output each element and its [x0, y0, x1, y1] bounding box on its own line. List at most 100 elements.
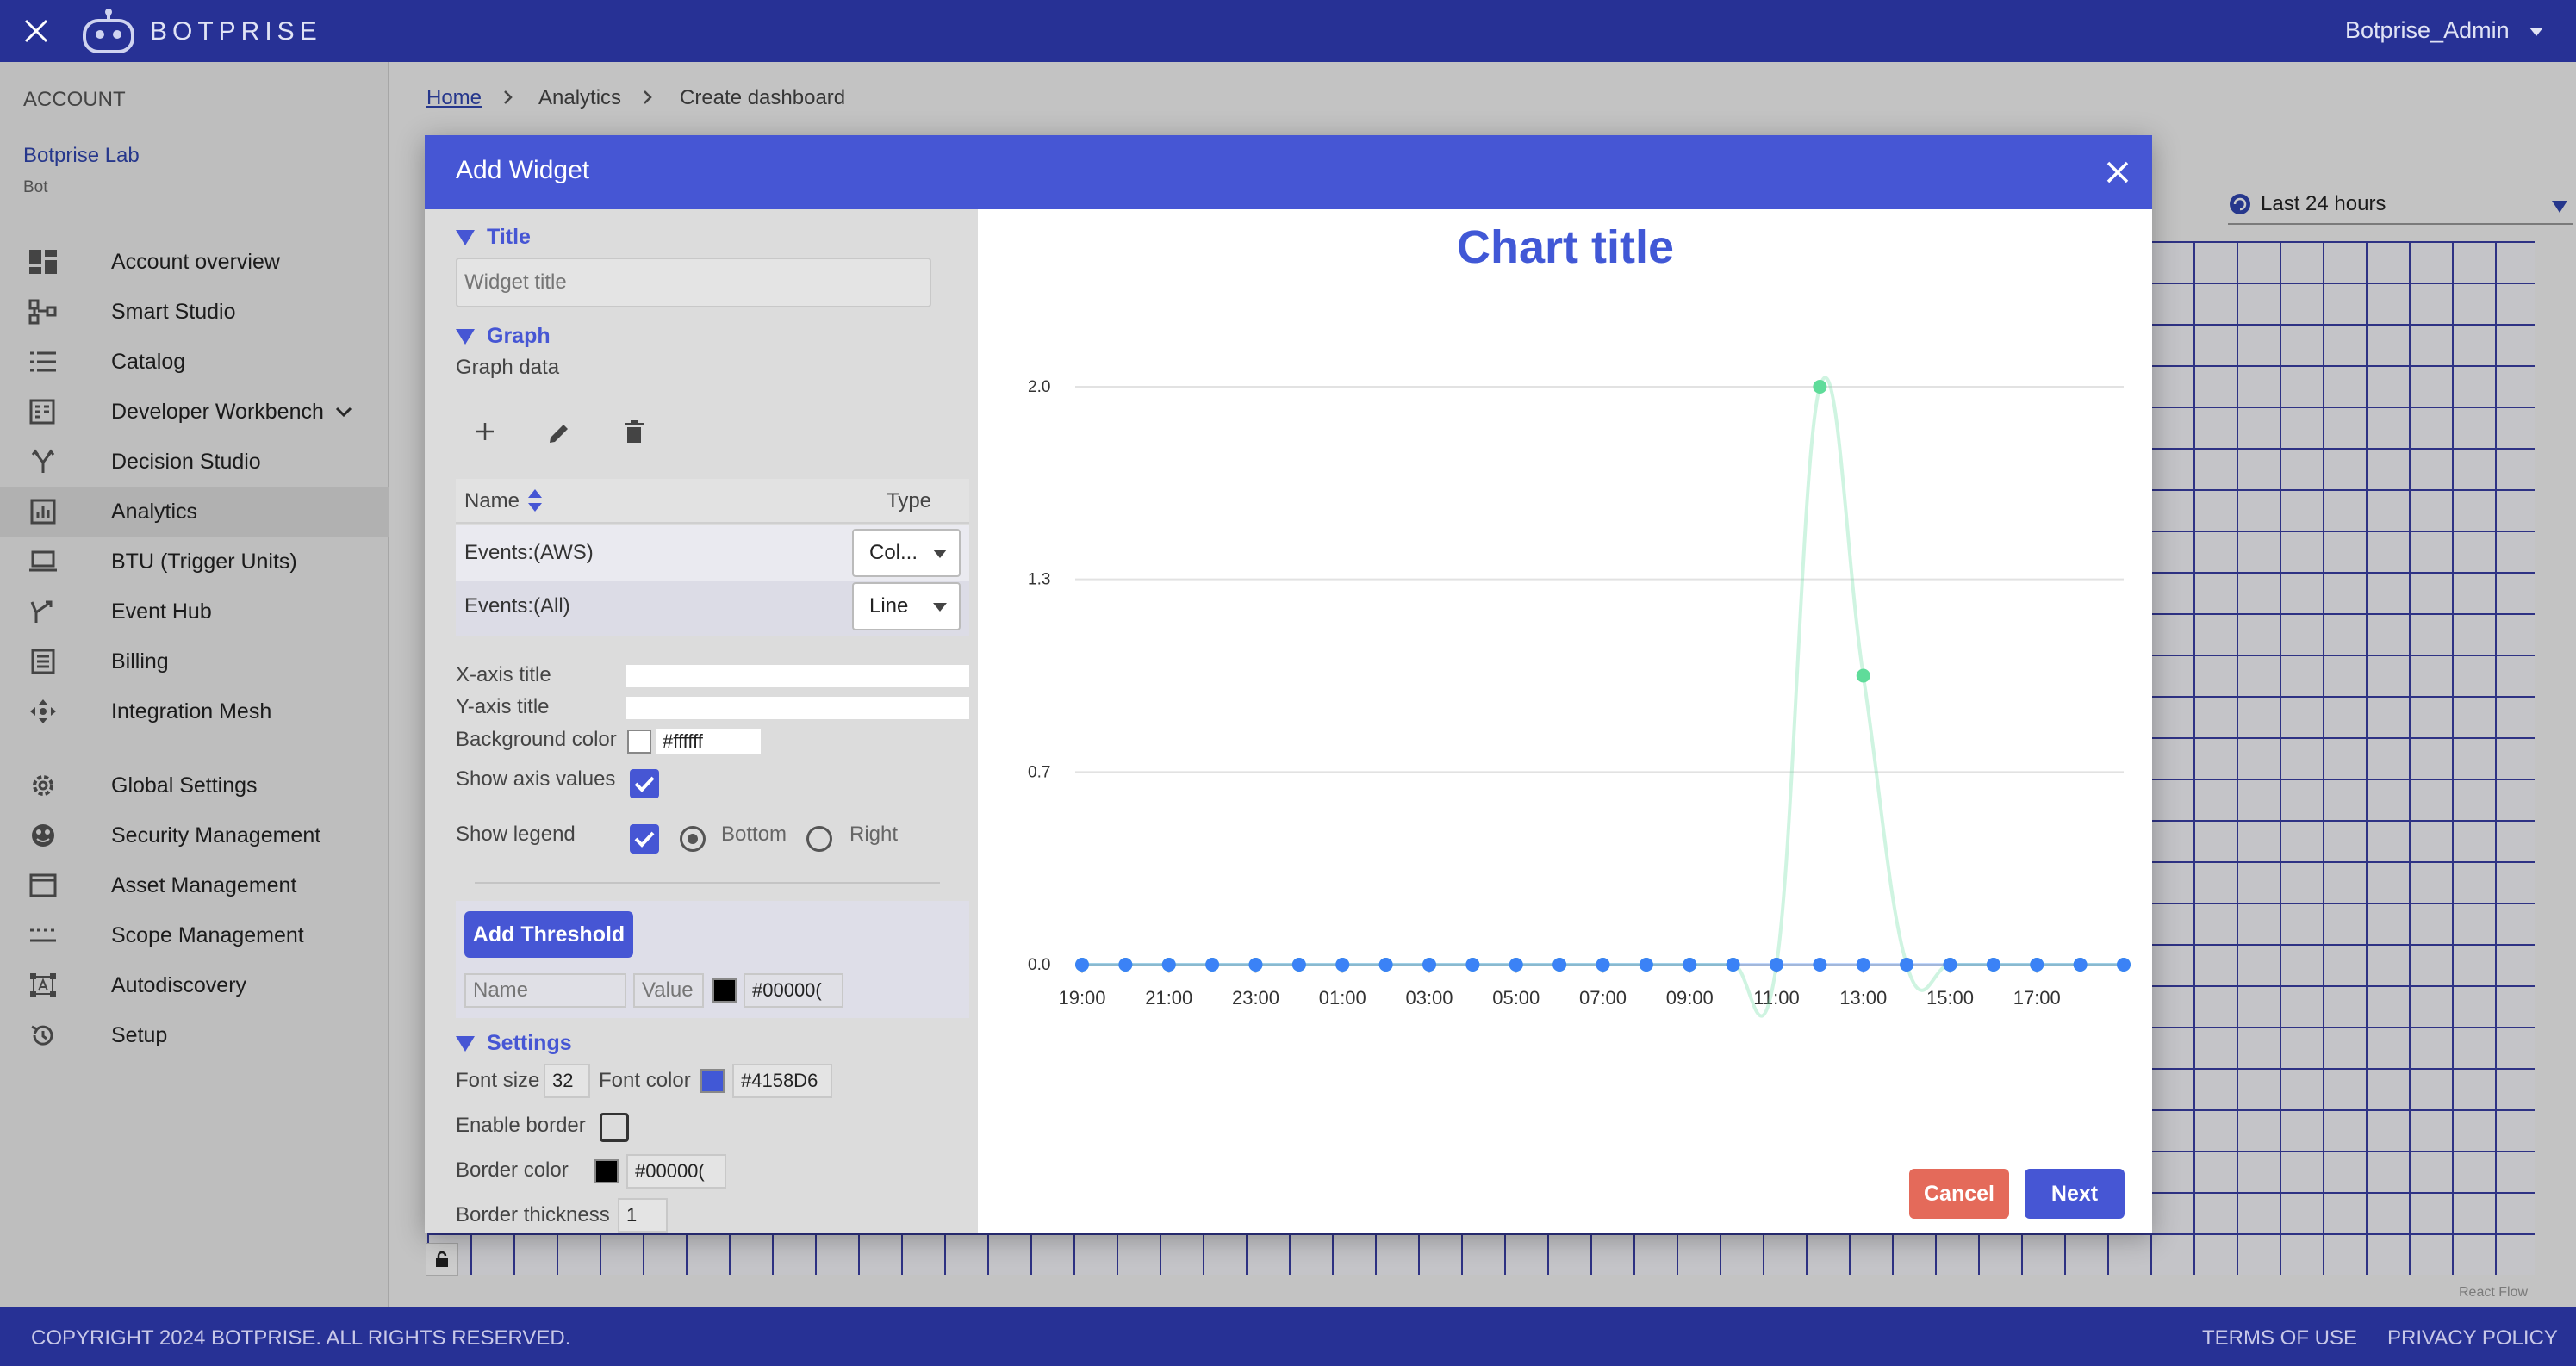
threshold-panel: Add Threshold #00000( — [456, 901, 969, 1018]
font-color-input[interactable]: #4158D6 — [732, 1064, 832, 1098]
data-point[interactable] — [1856, 668, 1870, 683]
add-threshold-button[interactable]: Add Threshold — [464, 911, 633, 958]
close-icon[interactable] — [22, 17, 50, 45]
x-tick-label: 23:00 — [1232, 987, 1279, 1009]
border-thickness-label: Border thickness — [456, 1203, 610, 1226]
data-point[interactable] — [1900, 958, 1914, 972]
modal-title: Add Widget — [456, 156, 590, 184]
delete-icon[interactable] — [623, 420, 645, 449]
data-point[interactable] — [1378, 958, 1393, 972]
font-size-label: Font size — [456, 1069, 540, 1092]
data-point[interactable] — [2073, 958, 2088, 972]
cancel-button[interactable]: Cancel — [1909, 1169, 2009, 1219]
section-label: Settings — [487, 1031, 572, 1055]
x-axis-title-label: X-axis title — [456, 663, 551, 686]
sort-icon[interactable] — [526, 487, 544, 518]
widget-config-panel: Title Graph Graph data Name Type Events:… — [425, 209, 978, 1233]
threshold-value-input[interactable] — [633, 973, 704, 1008]
settings-section-header[interactable]: Settings — [456, 1031, 572, 1056]
data-point[interactable] — [1813, 958, 1827, 972]
y-axis-title-label: Y-axis title — [456, 695, 550, 718]
graph-section-header[interactable]: Graph — [456, 324, 551, 349]
data-point[interactable] — [1248, 958, 1263, 972]
threshold-color-swatch[interactable] — [712, 978, 737, 1003]
x-tick-label: 13:00 — [1839, 987, 1887, 1009]
threshold-color-input[interactable]: #00000( — [744, 973, 843, 1008]
border-thickness-input[interactable]: 1 — [618, 1198, 668, 1233]
y-tick-label: 2.0 — [1028, 378, 1050, 396]
row-name: Events:(All) — [464, 594, 570, 618]
botprise-logo-icon — [81, 7, 136, 55]
top-bar: BOTPRISE Botprise_Admin — [0, 0, 2576, 62]
border-color-swatch[interactable] — [594, 1159, 619, 1183]
background-color-swatch[interactable] — [627, 730, 651, 754]
legend-right-label: Right — [849, 823, 899, 846]
data-point[interactable] — [1161, 958, 1176, 972]
user-menu[interactable]: Botprise_Admin — [2345, 17, 2510, 44]
border-color-input[interactable]: #00000( — [626, 1154, 726, 1189]
data-point[interactable] — [1596, 958, 1610, 972]
data-point[interactable] — [2117, 958, 2131, 972]
data-point[interactable] — [1291, 958, 1306, 972]
legend-bottom-radio[interactable] — [680, 826, 706, 852]
privacy-link[interactable]: PRIVACY POLICY — [2387, 1326, 2558, 1350]
x-tick-label: 19:00 — [1058, 987, 1105, 1009]
copyright: COPYRIGHT 2024 BOTPRISE. ALL RIGHTS RESE… — [31, 1326, 571, 1350]
name-column-header[interactable]: Name — [464, 489, 520, 513]
font-color-swatch[interactable] — [700, 1069, 725, 1093]
data-point[interactable] — [1639, 958, 1653, 972]
data-point[interactable] — [1986, 958, 2000, 972]
data-point[interactable] — [1813, 380, 1827, 394]
data-point[interactable] — [1943, 958, 1957, 972]
chevron-down-icon[interactable] — [2529, 28, 2543, 36]
data-point[interactable] — [1770, 958, 1783, 972]
table-row[interactable]: Events:(All) Line — [456, 581, 969, 636]
y-axis-title-input[interactable] — [626, 697, 969, 719]
title-section-header[interactable]: Title — [456, 225, 531, 250]
data-point[interactable] — [1205, 958, 1220, 972]
x-tick-label: 21:00 — [1145, 987, 1192, 1009]
data-point[interactable] — [1683, 958, 1697, 972]
check-icon — [634, 831, 655, 848]
next-button[interactable]: Next — [2025, 1169, 2125, 1219]
show-legend-checkbox[interactable] — [630, 824, 659, 854]
show-axis-values-checkbox[interactable] — [630, 769, 659, 798]
widget-title-input[interactable] — [456, 258, 931, 307]
chart-type-select[interactable]: Col... — [852, 529, 961, 577]
legend-right-radio[interactable] — [806, 826, 832, 852]
close-icon[interactable] — [2105, 159, 2131, 185]
enable-border-label: Enable border — [456, 1114, 586, 1137]
chart-title: Chart title — [1457, 221, 1674, 273]
terms-link[interactable]: TERMS OF USE — [2202, 1326, 2357, 1350]
threshold-name-input[interactable] — [464, 973, 626, 1008]
row-name: Events:(AWS) — [464, 541, 594, 564]
background-color-input[interactable]: #ffffff — [656, 729, 761, 754]
graph-table-header: Name Type — [456, 479, 969, 524]
data-point[interactable] — [1422, 958, 1436, 972]
section-label: Title — [487, 225, 531, 249]
data-point[interactable] — [1726, 958, 1740, 972]
chart-grid — [1075, 386, 2124, 966]
enable-border-checkbox[interactable] — [600, 1113, 629, 1142]
data-point[interactable] — [1465, 958, 1480, 972]
font-size-input[interactable]: 32 — [544, 1064, 590, 1098]
chart-preview-panel: Chart title 0.0 0.7 1.3 2.0 19:00 21:00 23:00… — [978, 209, 2152, 1233]
edit-icon[interactable] — [547, 421, 571, 450]
data-point[interactable] — [1856, 958, 1870, 972]
show-axis-values-label: Show axis values — [456, 767, 616, 791]
table-row[interactable]: Events:(AWS) Col... — [456, 525, 969, 581]
data-point[interactable] — [2030, 958, 2044, 972]
data-point[interactable] — [1552, 958, 1567, 972]
font-color-label: Font color — [599, 1069, 691, 1092]
modal-header: Add Widget — [425, 135, 2152, 209]
data-point[interactable] — [1509, 958, 1523, 972]
x-axis-title-input[interactable] — [626, 665, 969, 687]
brand-name: BOTPRISE — [150, 17, 322, 46]
data-point[interactable] — [1118, 958, 1133, 972]
data-point[interactable] — [1075, 958, 1089, 972]
add-icon[interactable] — [475, 421, 495, 446]
chart-type-select[interactable]: Line — [852, 582, 961, 630]
data-point[interactable] — [1335, 958, 1350, 972]
x-tick-label: 09:00 — [1666, 987, 1714, 1009]
chart-type-value: Line — [869, 594, 909, 618]
